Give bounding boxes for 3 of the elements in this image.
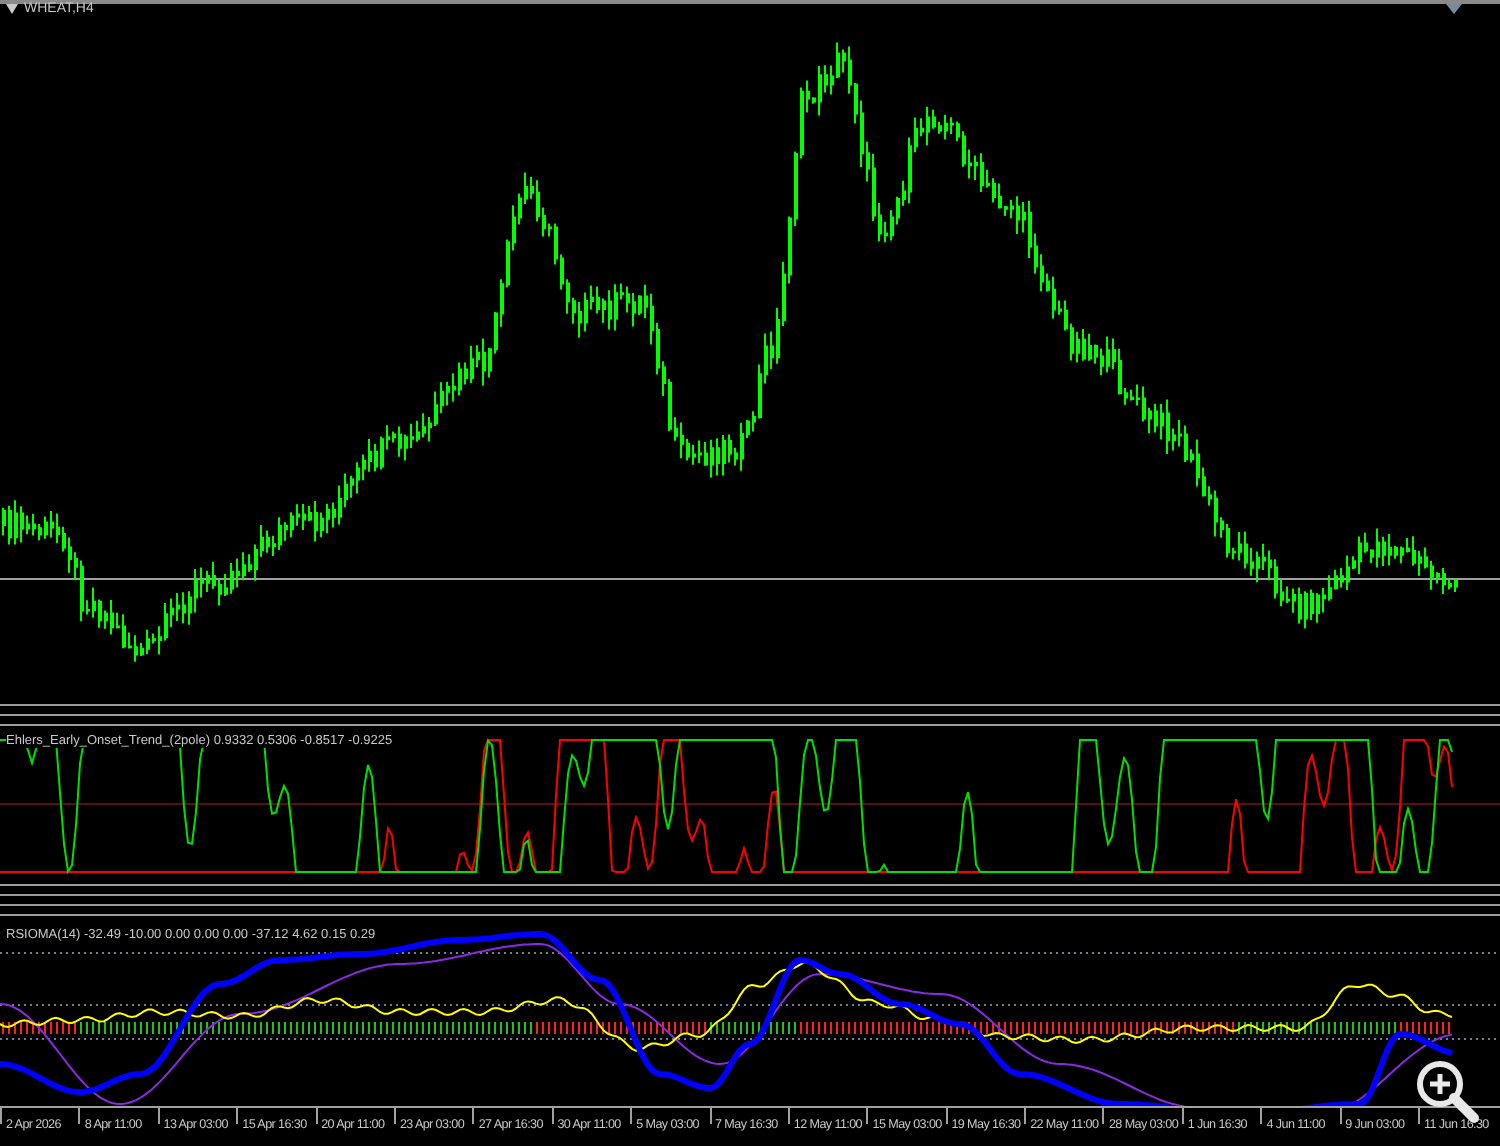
pane-separator[interactable] — [0, 700, 1500, 730]
dropdown-triangle-icon[interactable] — [6, 4, 18, 14]
triangle-icon — [1446, 4, 1462, 14]
